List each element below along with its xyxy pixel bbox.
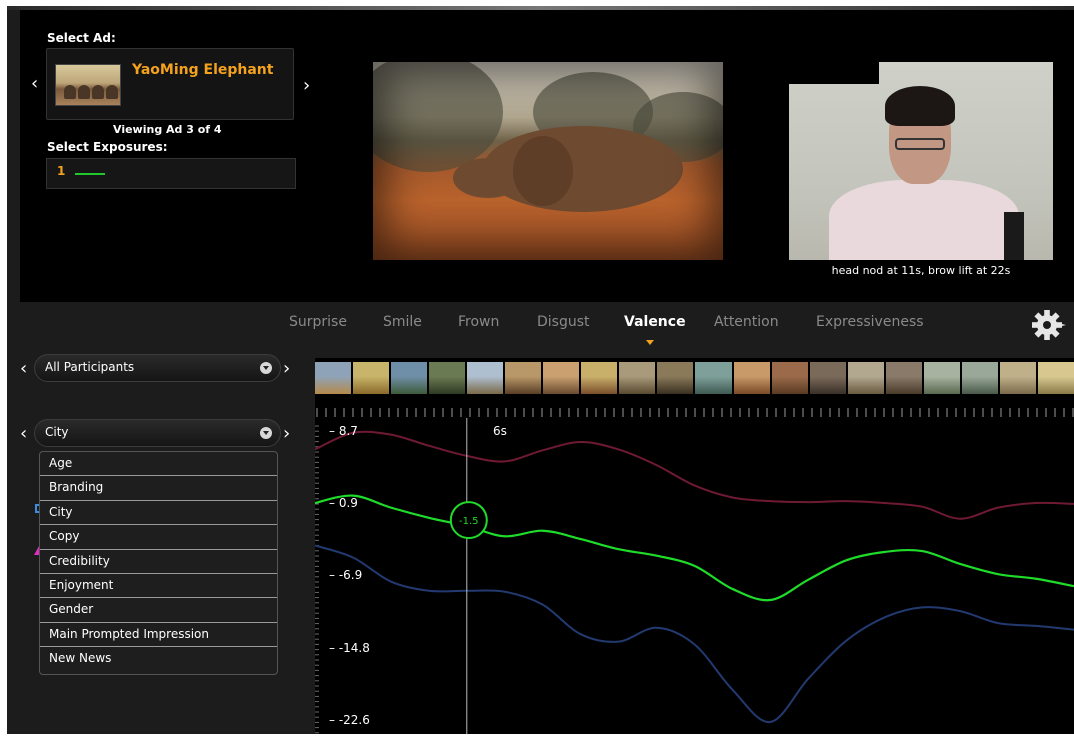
filmstrip-frame[interactable] [695,362,732,394]
video-filmstrip[interactable] [315,362,1074,394]
segment-select-value: City [45,425,69,439]
series-line-green [315,494,1074,602]
app-window: Select Ad: ‹ YaoMing Elephant › Viewing … [7,6,1074,734]
dropdown-option-copy[interactable]: Copy [40,525,277,550]
metric-tabs: Surprise Smile Frown Disgust Valence Att… [7,302,1074,350]
filmstrip-frame[interactable] [543,362,580,394]
tab-valence[interactable]: Valence [624,314,686,330]
filmstrip-frame[interactable] [847,362,884,394]
cursor-value-label: -1.5 [459,516,479,527]
chevron-down-icon [260,427,272,439]
y-tick-label: – -22.6 [329,713,370,728]
active-tab-indicator [646,340,654,345]
segment-dropdown: Age Branding City Copy Credibility Enjoy… [39,451,278,675]
gear-icon[interactable] [1029,307,1067,343]
y-tick-label: – -14.8 [329,640,370,655]
y-tick-label: – -6.9 [329,568,363,582]
dropdown-option-branding[interactable]: Branding [40,476,277,501]
tab-expressiveness[interactable]: Expressiveness [816,314,924,330]
next-ad-button[interactable]: › [303,77,310,95]
dropdown-option-city[interactable]: City [40,501,277,526]
filmstrip-frame[interactable] [391,362,428,394]
tab-frown[interactable]: Frown [458,314,499,330]
dropdown-option-main-prompted-impression[interactable]: Main Prompted Impression [40,623,277,648]
dropdown-option-enjoyment[interactable]: Enjoyment [40,574,277,599]
segment-select[interactable]: City [34,419,281,447]
filmstrip-frame[interactable] [315,362,352,394]
filmstrip-frame[interactable] [1037,362,1074,394]
chevron-left-icon[interactable]: ‹ [20,425,27,443]
chevron-right-icon[interactable]: › [283,360,290,378]
dropdown-option-new-news[interactable]: New News [40,647,277,671]
y-tick-label: – 8.7 [329,423,358,438]
filmstrip-frame[interactable] [809,362,846,394]
filmstrip-frame[interactable] [353,362,390,394]
dropdown-option-credibility[interactable]: Credibility [40,550,277,574]
timeline-ruler[interactable] [315,406,1074,418]
tab-surprise[interactable]: Surprise [289,314,347,330]
filmstrip-frame[interactable] [733,362,770,394]
participants-select-value: All Participants [45,360,135,374]
participants-select[interactable]: All Participants [34,354,281,382]
dropdown-option-gender[interactable]: Gender [40,598,277,623]
tab-smile[interactable]: Smile [383,314,422,330]
filmstrip-frame[interactable] [961,362,998,394]
filmstrip-frame[interactable] [657,362,694,394]
y-tick-label: – 0.9 [329,495,358,510]
chevron-right-icon[interactable]: › [283,425,290,443]
dropdown-option-age[interactable]: Age [40,452,277,477]
exposure-number[interactable]: 1 [57,164,65,178]
cursor-time-label: 6s [493,424,507,438]
valence-plot: -1.5 [315,418,1074,734]
tab-attention[interactable]: Attention [714,314,779,330]
webcam-video[interactable] [789,62,1053,260]
ad-thumbnail [55,64,121,106]
filmstrip-frame[interactable] [771,362,808,394]
filmstrip-frame[interactable] [581,362,618,394]
filmstrip-frame[interactable] [619,362,656,394]
ad-video[interactable] [373,62,723,260]
filmstrip-frame[interactable] [467,362,504,394]
filmstrip-frame[interactable] [429,362,466,394]
filmstrip-frame[interactable] [505,362,542,394]
valence-chart[interactable]: -1.5 – 8.7 – 0.9 – -6.9 – -14.8 – -22.6 6s [315,358,1074,734]
filmstrip-frame[interactable] [999,362,1036,394]
prev-ad-button[interactable]: ‹ [31,75,38,93]
chevron-down-icon [260,362,272,374]
select-exposures-label: Select Exposures: [47,140,168,154]
filmstrip-frame[interactable] [885,362,922,394]
exposure-color-swatch [75,173,105,175]
filmstrip-frame[interactable] [923,362,960,394]
ad-title: YaoMing Elephant [132,62,274,78]
webcam-caption: head nod at 11s, brow lift at 22s [831,264,1011,277]
select-ad-label: Select Ad: [47,31,116,45]
viewing-ad-text: Viewing Ad 3 of 4 [113,123,222,136]
series-line-blue [315,544,1074,723]
chevron-left-icon[interactable]: ‹ [20,360,27,378]
series-line-maroon [315,430,1074,520]
tab-disgust[interactable]: Disgust [537,314,590,330]
